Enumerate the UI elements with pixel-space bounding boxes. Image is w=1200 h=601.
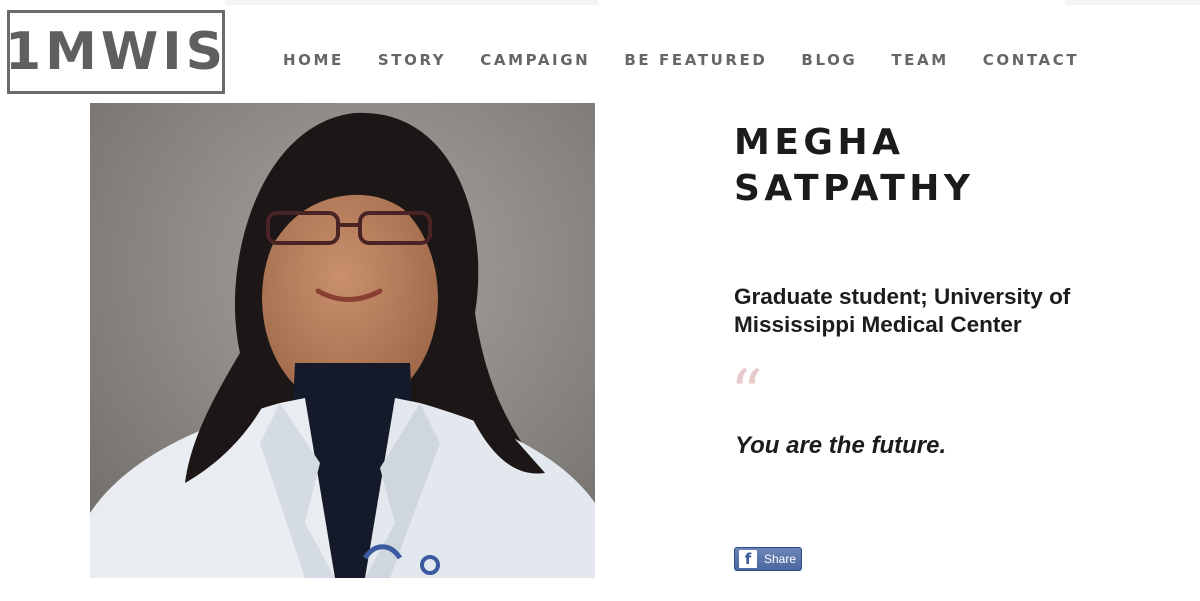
site-logo: 1MWIS (4, 22, 228, 82)
nav-item-be-featured[interactable]: BE FEATURED (624, 49, 767, 71)
profile-title-line: Graduate student; University of (734, 284, 1071, 309)
nav-item-campaign[interactable]: CAMPAIGN (480, 49, 590, 71)
profile-name: MEGHA SATPATHY (734, 120, 1154, 212)
nav-item-contact[interactable]: CONTACT (983, 49, 1079, 71)
nav-item-team[interactable]: TEAM (891, 49, 948, 71)
site-logo-link[interactable]: 1MWIS (4, 10, 228, 94)
page: 1MWIS HOME STORY CAMPAIGN BE FEATURED BL… (0, 0, 1200, 601)
nav-item-story[interactable]: STORY (378, 49, 446, 71)
top-divider (1065, 0, 1200, 5)
profile-name-last: SATPATHY (734, 168, 975, 209)
profile-title: Graduate student; University of Mississi… (734, 283, 1154, 339)
nav-item-home[interactable]: HOME (283, 49, 344, 71)
profile-quote: You are the future. (735, 432, 947, 459)
facebook-share-button[interactable]: f Share (734, 547, 802, 571)
share-label: Share (764, 552, 797, 566)
profile-photo (90, 103, 595, 578)
profile-title-line: Mississippi Medical Center (734, 312, 1022, 337)
top-divider (225, 0, 598, 5)
nav-item-blog[interactable]: BLOG (801, 49, 857, 71)
main-nav: HOME STORY CAMPAIGN BE FEATURED BLOG TEA… (283, 49, 1079, 71)
quote-mark-icon: “ (730, 357, 763, 431)
profile-name-first: MEGHA (734, 122, 905, 163)
facebook-icon: f (739, 550, 757, 568)
